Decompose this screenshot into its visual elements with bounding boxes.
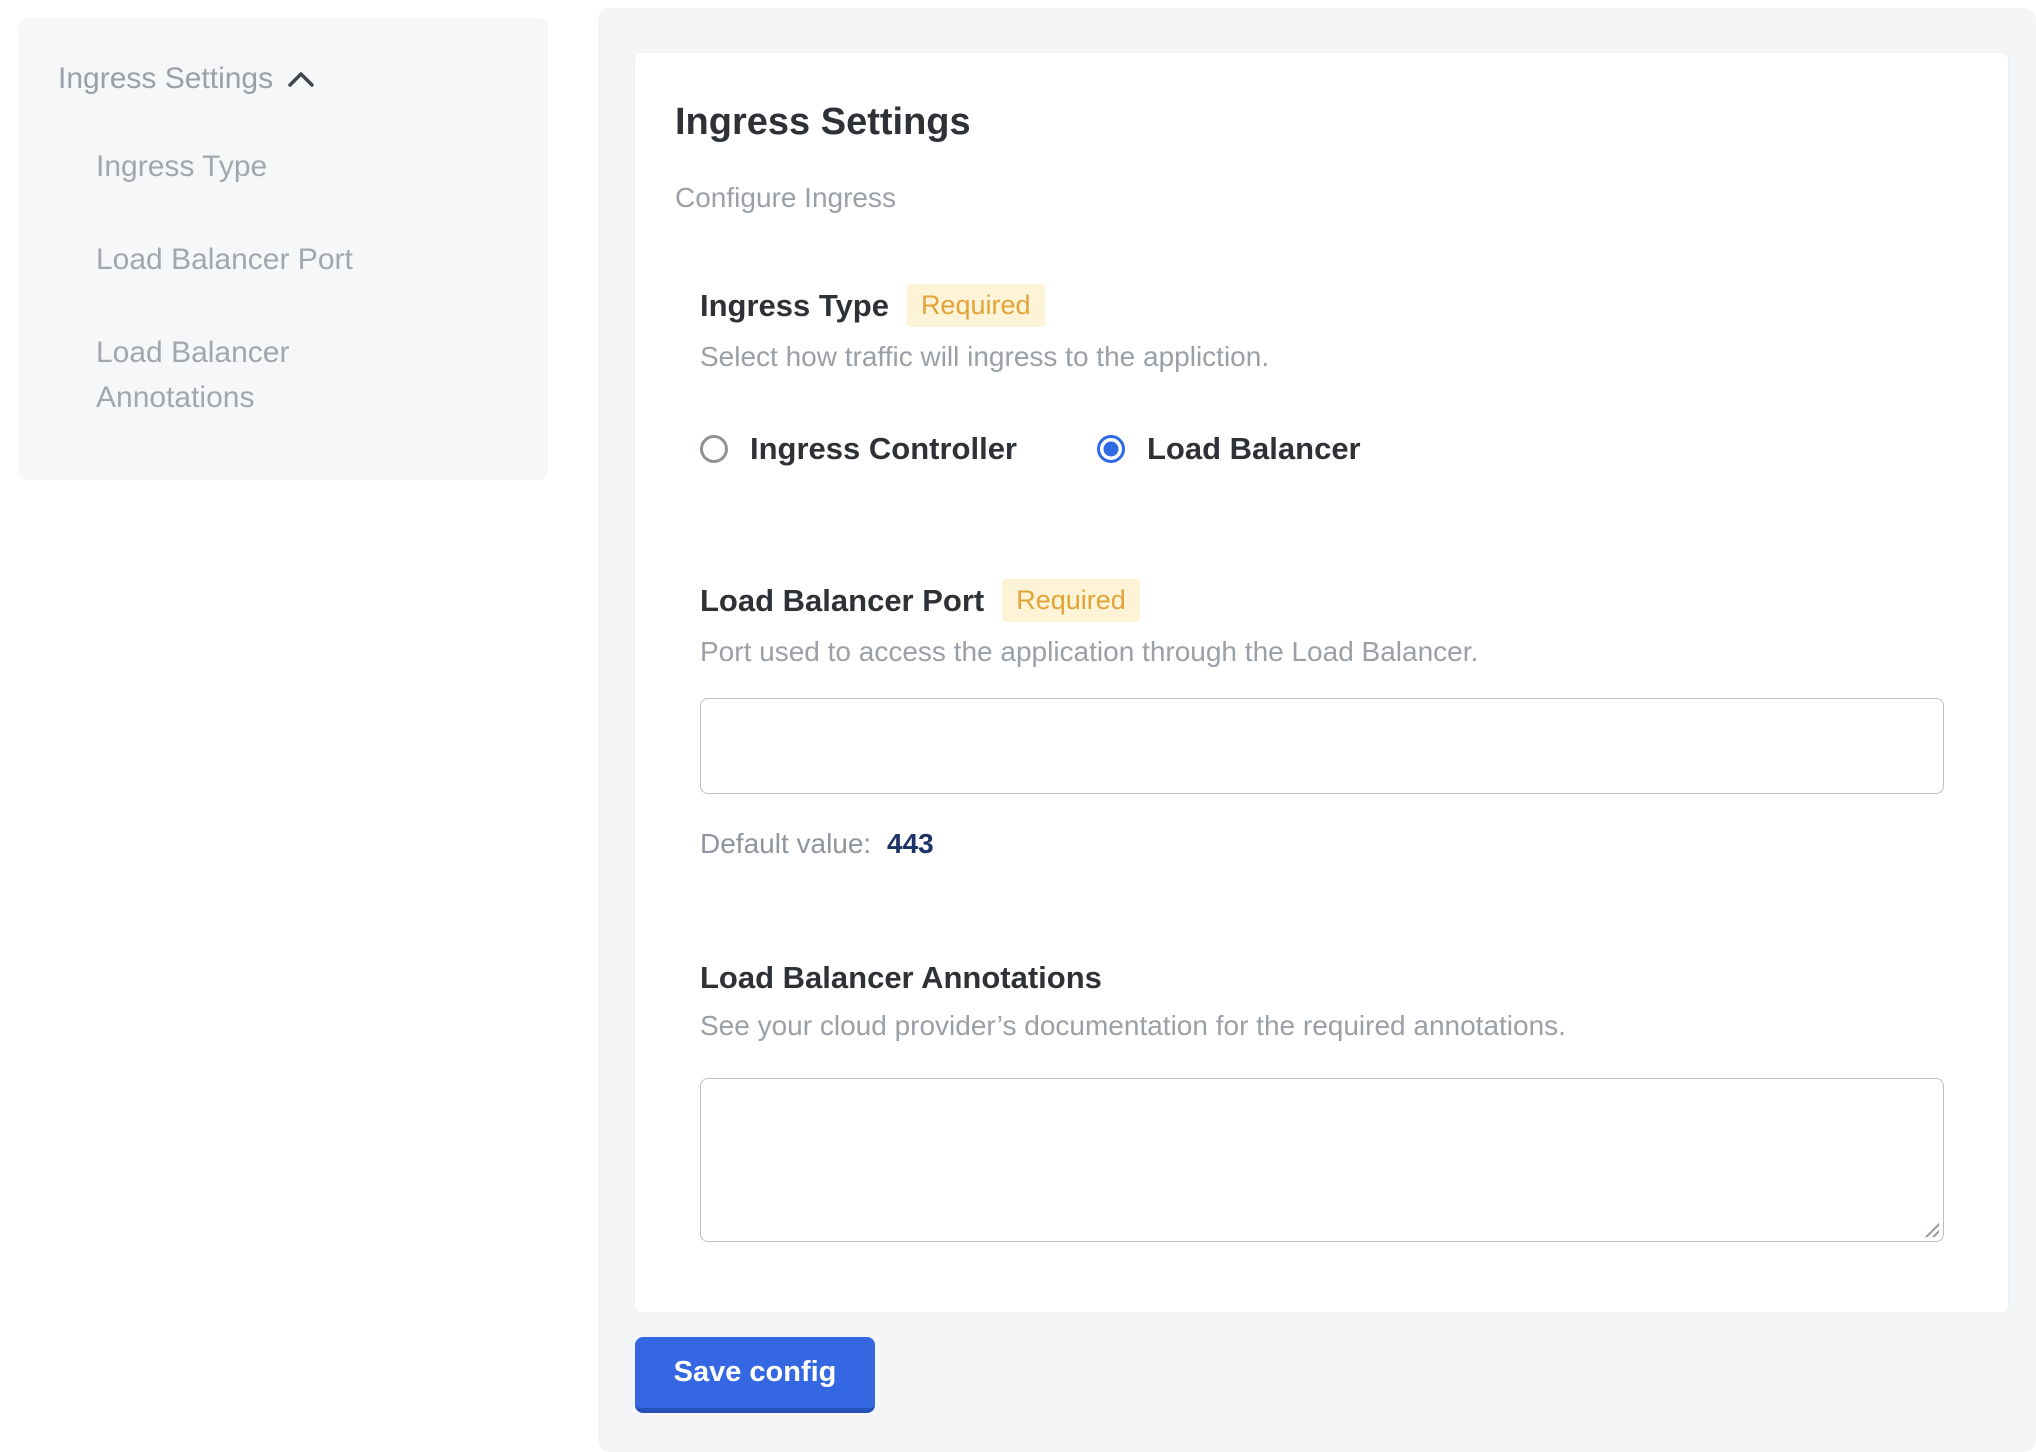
radio-label-ingress-controller: Ingress Controller bbox=[750, 431, 1017, 467]
ingress-type-options: Ingress Controller Load Balancer bbox=[700, 431, 1968, 467]
load-balancer-port-input[interactable] bbox=[700, 698, 1944, 794]
default-value: 443 bbox=[887, 828, 934, 859]
sidebar-item-load-balancer-port[interactable]: Load Balancer Port bbox=[96, 237, 396, 282]
radio-label-load-balancer: Load Balancer bbox=[1147, 431, 1361, 467]
radio-load-balancer[interactable] bbox=[1097, 435, 1125, 463]
default-value-label: Default value: bbox=[700, 828, 871, 859]
load-balancer-annotations-label: Load Balancer Annotations bbox=[700, 960, 1102, 996]
ingress-settings-card: Ingress Settings Configure Ingress Ingre… bbox=[635, 53, 2008, 1312]
save-config-button[interactable]: Save config bbox=[635, 1337, 875, 1413]
radio-ingress-controller[interactable] bbox=[700, 435, 728, 463]
load-balancer-port-label: Load Balancer Port bbox=[700, 583, 984, 619]
page-subtitle: Configure Ingress bbox=[675, 182, 1968, 214]
field-load-balancer-port: Load Balancer Port Required Port used to… bbox=[700, 579, 1968, 860]
field-load-balancer-annotations: Load Balancer Annotations See your cloud… bbox=[700, 960, 1968, 1242]
field-ingress-type: Ingress Type Required Select how traffic… bbox=[700, 284, 1968, 467]
sidebar-group-label: Ingress Settings bbox=[58, 62, 273, 96]
chevron-up-icon bbox=[287, 62, 315, 96]
ingress-type-label: Ingress Type bbox=[700, 288, 889, 324]
load-balancer-annotations-textarea[interactable] bbox=[700, 1078, 1944, 1242]
page: Ingress Settings Ingress Type Load Balan… bbox=[0, 0, 2036, 1452]
load-balancer-annotations-help: See your cloud provider’s documentation … bbox=[700, 1010, 1968, 1042]
sidebar-item-load-balancer-annotations[interactable]: Load Balancer Annotations bbox=[96, 330, 396, 420]
required-badge: Required bbox=[907, 284, 1045, 327]
default-value-line: Default value: 443 bbox=[700, 828, 1968, 860]
sidebar-group-ingress-settings[interactable]: Ingress Settings bbox=[58, 62, 512, 96]
load-balancer-port-help: Port used to access the application thro… bbox=[700, 636, 1968, 668]
sidebar-item-ingress-type[interactable]: Ingress Type bbox=[96, 144, 396, 189]
required-badge: Required bbox=[1002, 579, 1140, 622]
config-panel: Ingress Settings Configure Ingress Ingre… bbox=[598, 8, 2036, 1452]
radio-option-ingress-controller[interactable]: Ingress Controller bbox=[700, 431, 1017, 467]
ingress-type-help: Select how traffic will ingress to the a… bbox=[700, 341, 1968, 373]
radio-option-load-balancer[interactable]: Load Balancer bbox=[1097, 431, 1361, 467]
settings-sidebar: Ingress Settings Ingress Type Load Balan… bbox=[18, 18, 548, 480]
page-title: Ingress Settings bbox=[675, 101, 1968, 144]
